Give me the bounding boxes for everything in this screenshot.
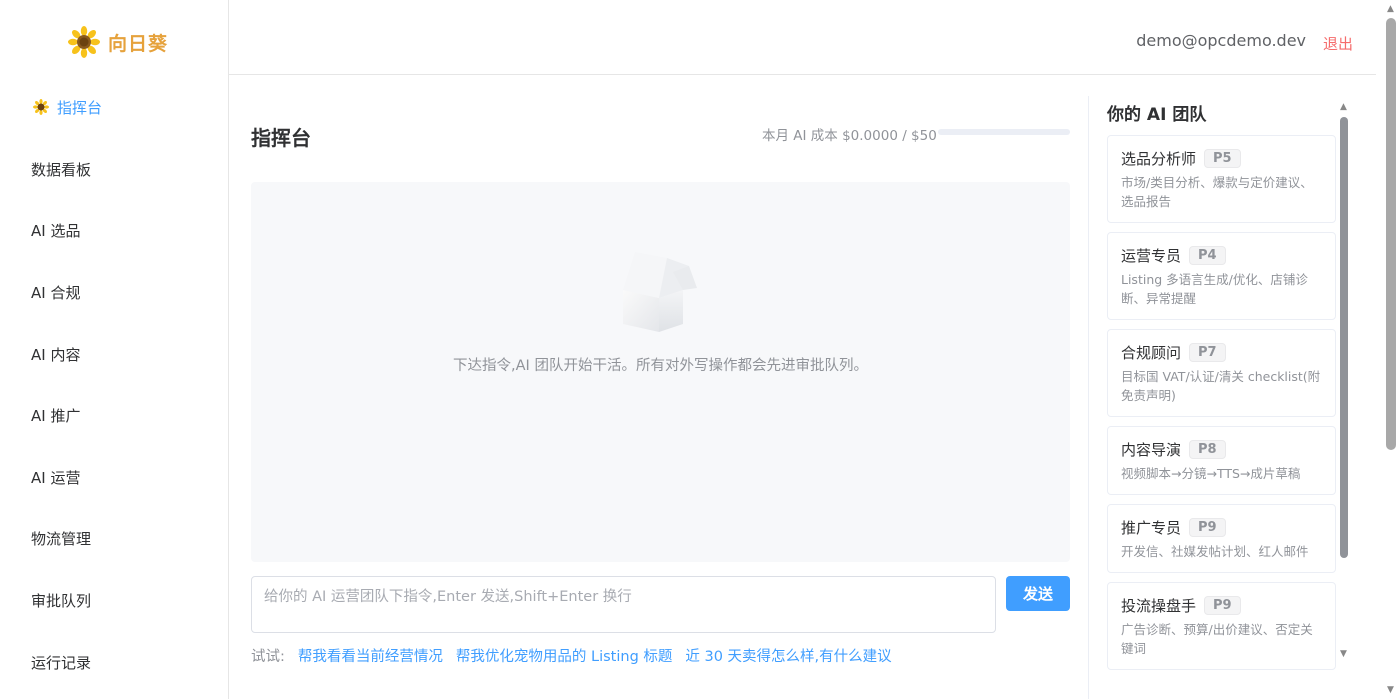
member-level-tag: P8	[1189, 439, 1226, 459]
nav-item-label: AI 推广	[31, 406, 81, 425]
nav-item-label: 运行记录	[31, 653, 92, 672]
send-button[interactable]: 发送	[1006, 576, 1070, 611]
user-email: demo@opcdemo.dev	[1136, 31, 1306, 50]
team-panel-scrollbar[interactable]	[1340, 117, 1348, 558]
team-panel: 你的 AI 团队 选品分析师 P5 市场/类目分析、爆款与定价建议、选品报告 运…	[1088, 96, 1376, 699]
nav-item-label: 数据看板	[31, 160, 92, 179]
suggestion-label: 试试:	[251, 649, 285, 665]
scroll-down-arrow-icon[interactable]: ▼	[1340, 649, 1347, 659]
team-member-card[interactable]: 合规顾问 P7 目标国 VAT/认证/清关 checklist(附免责声明)	[1107, 329, 1336, 417]
team-member-card[interactable]: 投流操盘手 P9 广告诊断、预算/出价建议、否定关键词	[1107, 582, 1336, 670]
team-member-card[interactable]: 推广专员 P9 开发信、社媒发帖计划、红人邮件	[1107, 504, 1336, 573]
chat-area: 下达指令,AI 团队开始干活。所有对外写操作都会先进审批队列。	[251, 182, 1070, 562]
logout-link[interactable]: 退出	[1323, 33, 1353, 54]
member-level-tag: P4	[1189, 245, 1226, 265]
member-name: 选品分析师	[1121, 149, 1197, 168]
suggestion-row: 试试: 帮我看看当前经营情况 帮我优化宠物用品的 Listing 标题 近 30…	[251, 645, 905, 666]
scroll-down-arrow-icon[interactable]: ▼	[1387, 685, 1394, 695]
member-name: 运营专员	[1121, 246, 1182, 265]
nav-item-run-log[interactable]: 运行记录	[0, 631, 228, 693]
suggestion-link[interactable]: 帮我优化宠物用品的 Listing 标题	[456, 645, 673, 666]
brand-name: 向日葵	[108, 32, 169, 55]
page-title: 指挥台	[251, 126, 311, 150]
nav-item-ai-content[interactable]: AI 内容	[0, 323, 228, 385]
empty-box-icon	[623, 252, 697, 332]
member-description: 开发信、社媒发帖计划、红人邮件	[1121, 544, 1309, 559]
command-input[interactable]	[264, 585, 983, 624]
page-scrollbar[interactable]	[1386, 18, 1396, 450]
team-member-card[interactable]: 选品分析师 P5 市场/类目分析、爆款与定价建议、选品报告	[1107, 135, 1336, 223]
member-description: 目标国 VAT/认证/清关 checklist(附免责声明)	[1121, 369, 1321, 403]
member-name: 合规顾问	[1121, 343, 1182, 362]
nav-item-ai-compliance[interactable]: AI 合规	[0, 261, 228, 323]
team-member-card[interactable]: 运营专员 P4 Listing 多语言生成/优化、店铺诊断、异常提醒	[1107, 232, 1336, 320]
team-title: 你的 AI 团队	[1107, 105, 1207, 125]
monthly-cost-text: 本月 AI 成本 $0.0000 / $50	[762, 128, 937, 144]
sunflower-icon	[68, 26, 100, 58]
nav-item-label: AI 内容	[31, 345, 81, 364]
member-level-tag: P7	[1189, 342, 1226, 362]
suggestion-link[interactable]: 帮我看看当前经营情况	[298, 645, 443, 666]
nav-item-label: AI 运营	[31, 468, 81, 487]
brand-logo[interactable]: 向日葵	[68, 26, 168, 58]
nav-item-approval-queue[interactable]: 审批队列	[0, 569, 228, 631]
nav-item-logistics[interactable]: 物流管理	[0, 507, 228, 569]
scroll-up-arrow-icon[interactable]: ▲	[1387, 4, 1394, 14]
member-name: 内容导演	[1121, 440, 1182, 459]
member-description: 视频脚本→分镜→TTS→成片草稿	[1121, 466, 1301, 481]
member-level-tag: P9	[1189, 517, 1226, 537]
nav-item-label: 物流管理	[31, 529, 92, 548]
nav-item-command-center[interactable]: 指挥台	[0, 76, 228, 138]
suggestion-link[interactable]: 近 30 天卖得怎么样,有什么建议	[685, 645, 891, 666]
nav-item-label: 指挥台	[57, 98, 103, 117]
nav-item-ai-operations[interactable]: AI 运营	[0, 446, 228, 508]
member-description: 市场/类目分析、爆款与定价建议、选品报告	[1121, 175, 1313, 209]
nav-item-label: AI 合规	[31, 283, 81, 302]
sunflower-icon	[33, 99, 49, 115]
nav-item-ai-selection[interactable]: AI 选品	[0, 199, 228, 261]
main-content: 指挥台 本月 AI 成本 $0.0000 / $50 下达指令,AI 团队开始干…	[229, 76, 1376, 699]
member-level-tag: P9	[1204, 595, 1241, 615]
member-level-tag: P5	[1204, 148, 1241, 168]
sidebar: 向日葵 指挥台 数据看板 AI 选品 AI 合规 AI 内容 AI 推广 AI …	[0, 0, 229, 699]
scroll-up-arrow-icon[interactable]: ▲	[1340, 102, 1347, 112]
member-name: 推广专员	[1121, 518, 1182, 537]
nav-item-ai-promotion[interactable]: AI 推广	[0, 384, 228, 446]
member-name: 投流操盘手	[1121, 596, 1197, 615]
empty-state-text: 下达指令,AI 团队开始干活。所有对外写操作都会先进审批队列。	[453, 358, 868, 374]
team-member-card[interactable]: 内容导演 P8 视频脚本→分镜→TTS→成片草稿	[1107, 426, 1336, 495]
cost-progress-bar	[938, 129, 1070, 135]
member-description: 广告诊断、预算/出价建议、否定关键词	[1121, 622, 1313, 656]
top-bar: demo@opcdemo.dev 退出	[229, 0, 1376, 75]
nav-item-label: AI 选品	[31, 221, 81, 240]
nav-item-label: 审批队列	[31, 591, 92, 610]
nav-item-dashboard[interactable]: 数据看板	[0, 138, 228, 200]
member-description: Listing 多语言生成/优化、店铺诊断、异常提醒	[1121, 272, 1308, 306]
command-input-wrapper	[251, 576, 996, 633]
